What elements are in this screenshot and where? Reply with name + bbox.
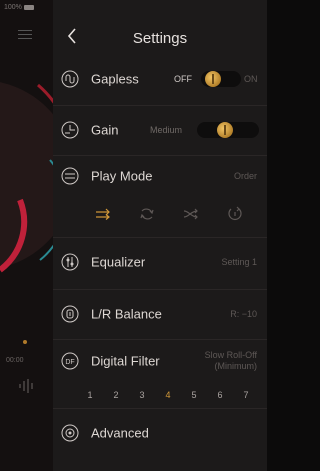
balance-icon	[61, 305, 79, 323]
menu-icon[interactable]	[18, 30, 32, 42]
gain-icon	[61, 121, 79, 139]
gapless-toggle[interactable]	[201, 71, 241, 87]
advanced-label: Advanced	[91, 425, 149, 441]
play-mode-label: Play Mode	[91, 168, 153, 184]
filter-option-2[interactable]: 2	[111, 390, 121, 400]
settings-panel: Settings Gapless OFF ON Gain Medium Play…	[53, 0, 267, 471]
digital-filter-icon: DF	[61, 352, 79, 370]
play-mode-options	[53, 196, 267, 234]
digital-filter-options: 1 2 3 4 5 6 7	[53, 390, 267, 406]
gapless-icon	[61, 70, 79, 88]
play-mode-icon	[61, 167, 79, 185]
filter-option-3[interactable]: 3	[137, 390, 147, 400]
filter-option-5[interactable]: 5	[189, 390, 199, 400]
order-mode-icon[interactable]	[93, 204, 113, 224]
filter-option-7[interactable]: 7	[241, 390, 251, 400]
setting-equalizer[interactable]: Equalizer Setting 1	[53, 237, 267, 286]
repeat-one-icon[interactable]	[225, 204, 245, 224]
setting-advanced[interactable]: Advanced	[53, 408, 267, 457]
settings-header: Settings	[53, 0, 267, 55]
digital-filter-value: Slow Roll-Off (Minimum)	[205, 350, 257, 372]
setting-lr-balance[interactable]: L/R Balance R: −10	[53, 289, 267, 338]
shuffle-icon[interactable]	[181, 204, 201, 224]
balance-value: R: −10	[230, 309, 257, 319]
digital-filter-label: Digital Filter	[91, 353, 160, 369]
filter-option-1[interactable]: 1	[85, 390, 95, 400]
page-title: Settings	[132, 30, 188, 47]
gapless-label: Gapless	[91, 71, 139, 87]
setting-gain[interactable]: Gain Medium	[53, 105, 267, 154]
balance-label: L/R Balance	[91, 306, 162, 322]
gapless-on-text: ON	[244, 74, 258, 84]
setting-gapless[interactable]: Gapless OFF ON	[53, 55, 267, 103]
filter-option-4[interactable]: 4	[163, 390, 173, 400]
gain-value: Medium	[150, 125, 183, 135]
playback-time: 00:00	[6, 357, 24, 364]
digital-filter-value-line2: (Minimum)	[214, 361, 258, 371]
equalizer-value: Setting 1	[221, 257, 257, 267]
advanced-icon	[61, 424, 79, 442]
equalizer-label: Equalizer	[91, 254, 146, 270]
filter-option-6[interactable]: 6	[215, 390, 225, 400]
digital-filter-value-line1: Slow Roll-Off	[204, 350, 257, 360]
equalizer-icon	[61, 253, 79, 271]
gain-toggle[interactable]	[197, 122, 259, 138]
battery-text: 100%	[4, 4, 22, 11]
gapless-toggle-knob	[205, 71, 221, 87]
gain-toggle-knob	[217, 122, 233, 138]
battery-icon	[23, 5, 34, 10]
setting-play-mode[interactable]: Play Mode Order	[53, 155, 267, 196]
gapless-off-text: OFF	[174, 74, 192, 84]
gain-label: Gain	[91, 122, 119, 138]
waveform-icon	[19, 379, 33, 393]
setting-digital-filter[interactable]: DF Digital Filter Slow Roll-Off (Minimum…	[53, 339, 267, 382]
album-art-icon	[0, 82, 53, 273]
svg-text:DF: DF	[65, 359, 74, 366]
player-background: 100% 00:00	[0, 0, 53, 471]
play-mode-value: Order	[233, 171, 257, 181]
status-bar: 100%	[4, 4, 34, 11]
playback-dot-icon	[23, 340, 27, 344]
repeat-all-icon[interactable]	[137, 204, 157, 224]
